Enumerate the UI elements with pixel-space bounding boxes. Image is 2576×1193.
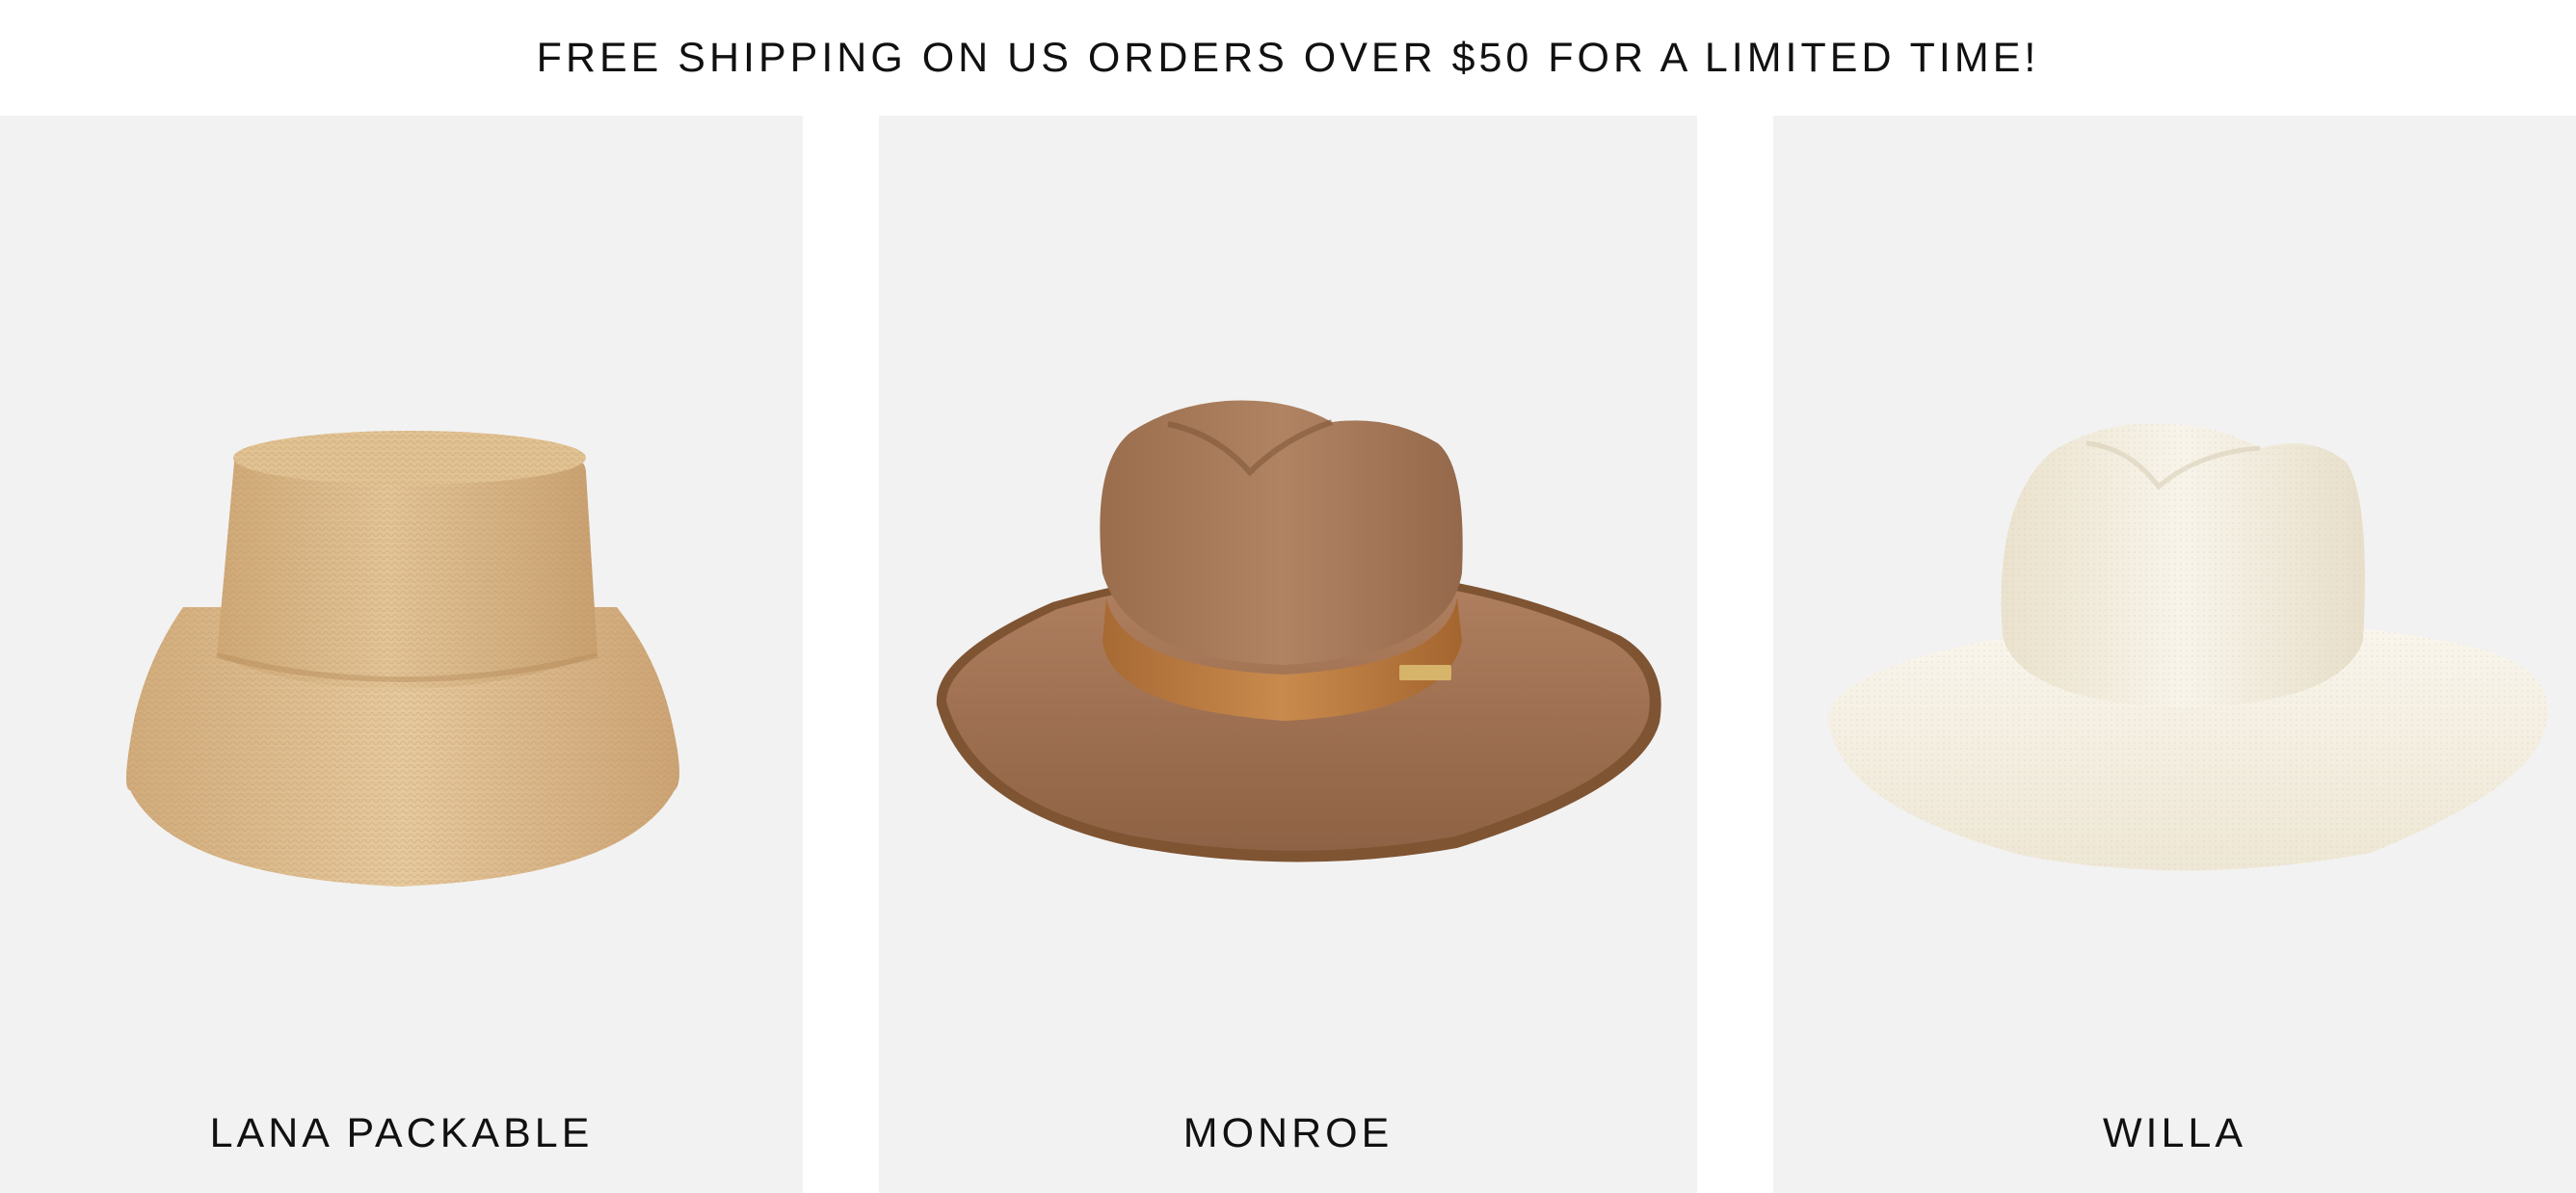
panama-hat-icon bbox=[1827, 423, 2548, 871]
product-card-lana-packable[interactable]: LANA PACKABLE bbox=[0, 116, 803, 1193]
product-card-monroe[interactable]: MONROE bbox=[879, 116, 1697, 1193]
announcement-text: FREE SHIPPING ON US ORDERS OVER $50 FOR … bbox=[536, 34, 2040, 81]
fedora-hat-icon bbox=[936, 400, 1661, 862]
product-title[interactable]: LANA PACKABLE bbox=[0, 1110, 803, 1157]
announcement-banner: FREE SHIPPING ON US ORDERS OVER $50 FOR … bbox=[0, 0, 2576, 116]
bucket-hat-icon bbox=[126, 431, 679, 887]
product-title[interactable]: MONROE bbox=[879, 1110, 1697, 1157]
product-card-willa[interactable]: WILLA bbox=[1773, 116, 2576, 1193]
product-title[interactable]: WILLA bbox=[1773, 1110, 2576, 1157]
